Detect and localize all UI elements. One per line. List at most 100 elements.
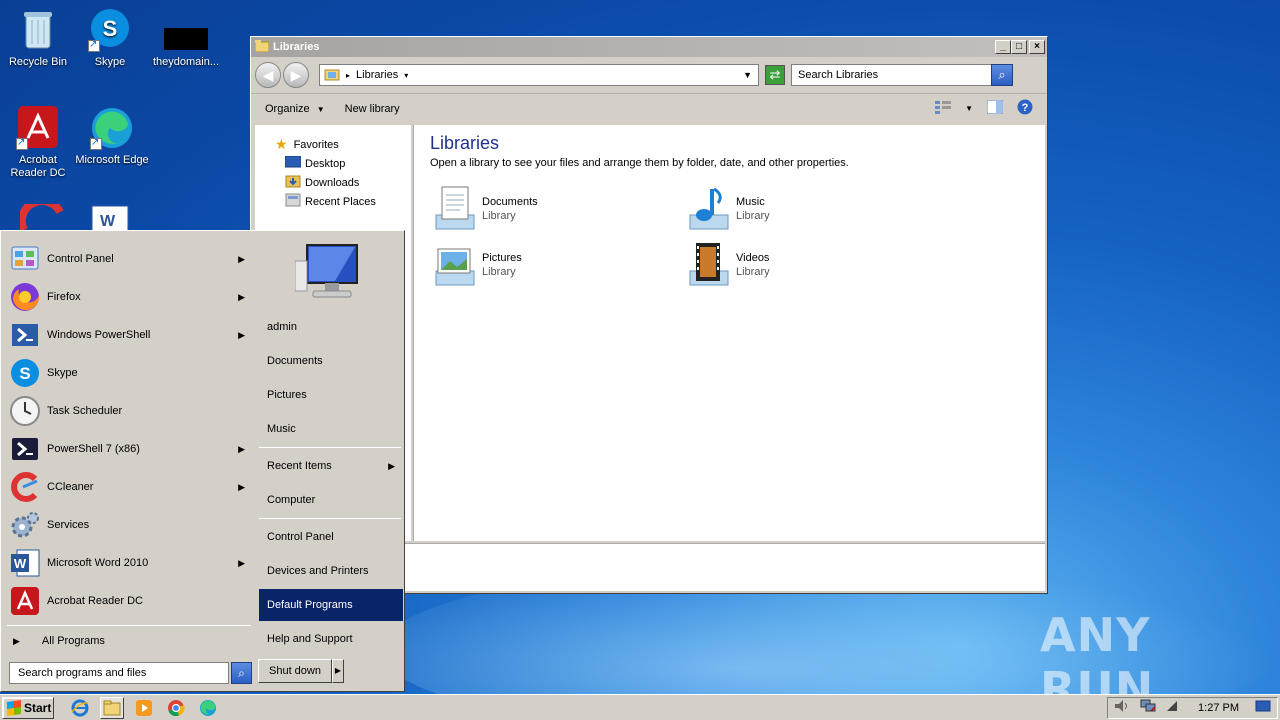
skype-icon: S bbox=[9, 357, 41, 389]
minimize-button[interactable]: _ bbox=[995, 40, 1011, 54]
start-link-admin[interactable]: admin bbox=[259, 311, 403, 343]
program-label: CCleaner bbox=[47, 481, 94, 493]
start-link-music[interactable]: Music bbox=[259, 413, 403, 445]
search-button[interactable]: ⌕ bbox=[991, 64, 1013, 86]
word-desktop-icon[interactable]: W bbox=[88, 204, 132, 233]
taskbar-edge[interactable] bbox=[196, 697, 220, 719]
taskbar-explorer[interactable] bbox=[100, 696, 124, 719]
library-music[interactable]: Music Library bbox=[684, 185, 770, 233]
network-icon[interactable] bbox=[1140, 699, 1156, 716]
page-title: Libraries bbox=[430, 133, 500, 153]
svg-text:S: S bbox=[103, 16, 118, 41]
shutdown-options-button[interactable]: ▶ bbox=[332, 659, 344, 683]
help-button[interactable]: ? bbox=[1017, 99, 1033, 118]
start-button[interactable]: Start bbox=[2, 696, 54, 719]
control-panel-icon bbox=[9, 243, 41, 275]
show-desktop-icon[interactable] bbox=[1255, 700, 1271, 715]
separator bbox=[7, 625, 251, 626]
recent-items-label: Recent Items bbox=[267, 460, 332, 472]
nav-desktop[interactable]: Desktop bbox=[255, 154, 411, 173]
library-documents[interactable]: Documents Library bbox=[430, 185, 538, 233]
breadcrumb-libraries[interactable]: Libraries bbox=[356, 69, 398, 81]
command-bar: Organize ▼ New library ▼ ? bbox=[251, 93, 1047, 123]
submenu-arrow-icon: ▶ bbox=[238, 481, 245, 492]
edge-icon bbox=[200, 699, 216, 716]
ccleaner-desktop-icon[interactable] bbox=[17, 196, 64, 233]
desktop-icon-file[interactable]: theydomain... bbox=[148, 8, 224, 69]
chrome-icon bbox=[168, 699, 185, 716]
start-link-control-panel[interactable]: Control Panel bbox=[259, 521, 403, 553]
start-link-recent-items[interactable]: Recent Items ▶ bbox=[259, 450, 403, 482]
submenu-arrow-icon: ▶ bbox=[238, 329, 245, 340]
system-tray: 1:27 PM bbox=[1107, 696, 1278, 719]
shortcut-arrow-icon bbox=[90, 136, 102, 150]
start-item-firefox[interactable]: Firefox ▶ bbox=[9, 279, 249, 315]
nav-favorites-label: Favorites bbox=[293, 138, 339, 151]
forward-button[interactable]: ▶ bbox=[283, 62, 309, 88]
back-button[interactable]: ◀ bbox=[255, 62, 281, 88]
submenu-arrow-icon: ▶ bbox=[238, 557, 245, 568]
recycle-bin-icon bbox=[16, 8, 60, 52]
window-titlebar[interactable]: Libraries _ □ × bbox=[251, 37, 1047, 57]
nav-recent-places[interactable]: Recent Places bbox=[255, 192, 411, 211]
start-label: Start bbox=[24, 700, 52, 715]
start-item-word-2010[interactable]: W Microsoft Word 2010 ▶ bbox=[9, 545, 249, 581]
start-search-input[interactable]: Search programs and files bbox=[9, 662, 229, 684]
submenu-arrow-icon: ▶ bbox=[238, 253, 245, 264]
taskbar: Start 1:27 PM bbox=[0, 694, 1280, 720]
organize-button[interactable]: Organize ▼ bbox=[265, 103, 325, 115]
program-label: Firefox bbox=[47, 291, 81, 303]
start-item-services[interactable]: Services bbox=[9, 507, 249, 543]
help-icon: ? bbox=[1017, 99, 1033, 115]
start-item-control-panel[interactable]: Control Panel ▶ bbox=[9, 241, 249, 277]
refresh-button[interactable]: ⇄ bbox=[765, 65, 785, 85]
start-search-button[interactable]: ⌕ bbox=[231, 662, 252, 684]
all-programs-button[interactable]: ▶ All Programs bbox=[9, 631, 249, 651]
computer-picture bbox=[294, 241, 365, 306]
breadcrumb-arrow-icon[interactable]: ▸ bbox=[346, 71, 350, 80]
start-link-pictures[interactable]: Pictures bbox=[259, 379, 403, 411]
address-bar[interactable]: ▸ Libraries ▾ ▼ bbox=[319, 64, 759, 86]
library-videos[interactable]: Videos Library bbox=[684, 241, 770, 289]
desktop-icon-edge[interactable]: Microsoft Edge bbox=[74, 106, 150, 167]
start-item-windows-powershell[interactable]: Windows PowerShell ▶ bbox=[9, 317, 249, 353]
acrobat-icon bbox=[9, 585, 41, 617]
library-pictures[interactable]: Pictures Library bbox=[430, 241, 522, 289]
close-button[interactable]: × bbox=[1029, 40, 1045, 54]
start-link-documents[interactable]: Documents bbox=[259, 345, 403, 377]
breadcrumb-dropdown-icon[interactable]: ▾ bbox=[404, 71, 408, 80]
view-dropdown-icon[interactable]: ▼ bbox=[965, 104, 973, 113]
taskbar-media-player[interactable] bbox=[132, 697, 156, 719]
preview-pane-button[interactable] bbox=[986, 99, 1004, 117]
refresh-icon: ⇄ bbox=[769, 67, 781, 82]
media-player-icon bbox=[136, 699, 152, 716]
nav-favorites[interactable]: ★ Favorites bbox=[255, 135, 411, 154]
library-type: Library bbox=[736, 210, 770, 222]
clock[interactable]: 1:27 PM bbox=[1198, 702, 1239, 714]
address-history-dropdown-icon[interactable]: ▼ bbox=[743, 70, 752, 80]
new-library-button[interactable]: New library bbox=[345, 103, 400, 115]
start-item-powershell-7[interactable]: PowerShell 7 (x86) ▶ bbox=[9, 431, 249, 467]
change-view-button[interactable] bbox=[935, 100, 952, 117]
taskbar-chrome[interactable] bbox=[164, 697, 188, 719]
search-input[interactable]: Search Libraries ⌕ bbox=[791, 64, 1013, 86]
start-link-computer[interactable]: Computer bbox=[259, 484, 403, 516]
start-link-devices-printers[interactable]: Devices and Printers bbox=[259, 555, 403, 587]
start-item-skype[interactable]: S Skype bbox=[9, 355, 249, 391]
desktop-icon-recycle-bin[interactable]: Recycle Bin bbox=[0, 8, 76, 69]
desktop-icon-skype[interactable]: S Skype bbox=[72, 8, 148, 69]
start-item-task-scheduler[interactable]: Task Scheduler bbox=[9, 393, 249, 429]
shutdown-button[interactable]: Shut down bbox=[258, 659, 332, 683]
maximize-button[interactable]: □ bbox=[1011, 40, 1027, 54]
volume-icon[interactable] bbox=[1114, 699, 1130, 716]
videos-library-icon bbox=[684, 241, 732, 289]
action-center-icon[interactable] bbox=[1166, 700, 1178, 715]
start-link-help-support[interactable]: Help and Support bbox=[259, 623, 403, 655]
ccleaner-icon bbox=[9, 471, 41, 503]
nav-downloads[interactable]: Downloads bbox=[255, 173, 411, 192]
start-item-acrobat-reader[interactable]: Acrobat Reader DC bbox=[9, 583, 249, 619]
start-link-default-programs[interactable]: Default Programs bbox=[259, 589, 403, 621]
desktop-icon-acrobat[interactable]: Acrobat Reader DC bbox=[0, 106, 76, 180]
start-item-ccleaner[interactable]: CCleaner ▶ bbox=[9, 469, 249, 505]
taskbar-internet-explorer[interactable] bbox=[68, 697, 92, 719]
